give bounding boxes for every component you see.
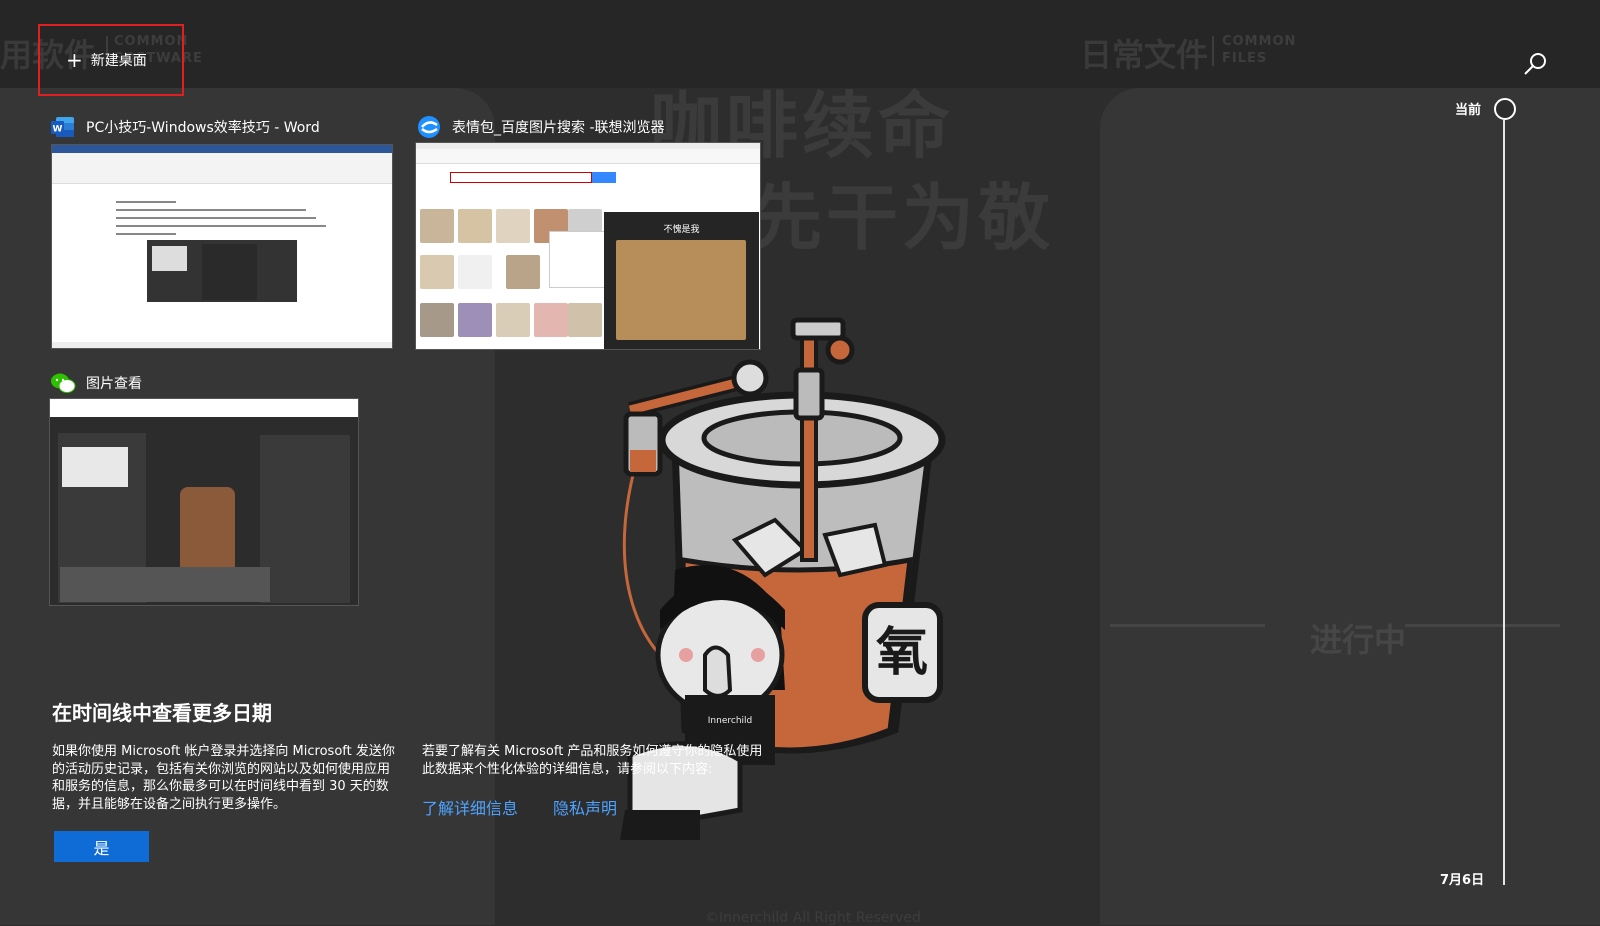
timeline-date-label: 7月6日: [1440, 873, 1485, 888]
word-ribbon: [52, 153, 392, 184]
browser-search-button: [592, 172, 616, 183]
new-desktop-button[interactable]: + 新建桌面: [38, 24, 184, 96]
window-thumbnail-word[interactable]: [52, 145, 392, 348]
browser-image-preview: 不愧是我: [604, 212, 759, 349]
window-title-photo-viewer[interactable]: 图片查看: [50, 370, 142, 396]
wallpaper-progress-line-right: [1405, 624, 1560, 627]
wallpaper-progress-line-left: [1110, 624, 1265, 627]
photo-viewer-image: [50, 417, 358, 605]
timeline-info-text-right: 若要了解有关 Microsoft 产品和服务如何遵守你的隐私使用此数据来个性化体…: [422, 744, 763, 777]
timeline-info-text-left: 如果你使用 Microsoft 帐户登录并选择向 Microsoft 发送你的活…: [52, 744, 395, 812]
word-icon: W: [51, 117, 74, 137]
search-icon: [1524, 53, 1546, 75]
browser-preview-caption: 不愧是我: [663, 225, 700, 235]
timeline-scrubber-handle[interactable]: [1494, 98, 1516, 120]
privacy-statement-link[interactable]: 隐私声明: [553, 795, 617, 819]
word-titlebar: [52, 145, 392, 153]
wallpaper-can-label: 氧: [876, 623, 928, 683]
window-title-text: 表情包_百度图片搜索 -联想浏览器: [452, 120, 665, 136]
browser-addressbar: [416, 149, 760, 164]
svg-text:W: W: [53, 125, 63, 135]
wallpaper-right-panel: [1100, 88, 1600, 925]
wechat-icon: [51, 373, 76, 393]
learn-more-link[interactable]: 了解详细信息: [422, 795, 518, 819]
wallpaper-divider: [1212, 36, 1214, 66]
wallpaper-copyright: ©Innerchild All Right Reserved: [705, 910, 921, 926]
photo-viewer-toolbar: [50, 399, 358, 418]
window-title-word[interactable]: W PC小技巧-Windows效率技巧 - Word: [50, 114, 320, 140]
window-title-text: 图片查看: [86, 376, 142, 392]
word-statusbar: [52, 342, 392, 348]
wallpaper-progress-text: 进行中: [1310, 621, 1407, 659]
window-title-text: PC小技巧-Windows效率技巧 - Word: [86, 120, 320, 136]
timeline-current-label: 当前: [1455, 103, 1482, 118]
wallpaper-shirt-label: Innerchild: [708, 716, 752, 726]
window-thumbnail-photo-viewer[interactable]: [50, 399, 358, 605]
search-button[interactable]: [1520, 50, 1550, 80]
lenovo-browser-icon: [418, 116, 440, 138]
wallpaper-right-subheading: COMMON FILES: [1222, 34, 1297, 66]
window-title-browser[interactable]: 表情包_百度图片搜索 -联想浏览器: [416, 114, 665, 140]
new-desktop-label: 新建桌面: [90, 53, 147, 69]
wallpaper-right-heading: 日常文件: [1080, 36, 1209, 74]
browser-search-field: [450, 172, 592, 183]
plus-icon: +: [66, 48, 83, 72]
window-thumbnail-browser[interactable]: 不愧是我: [416, 143, 760, 349]
timeline-info-title: 在时间线中查看更多日期: [52, 701, 272, 725]
timeline-track[interactable]: [1503, 120, 1505, 885]
wallpaper-topbar: [0, 0, 1600, 88]
word-embedded-image: [147, 240, 297, 302]
yes-button[interactable]: 是: [54, 831, 149, 862]
